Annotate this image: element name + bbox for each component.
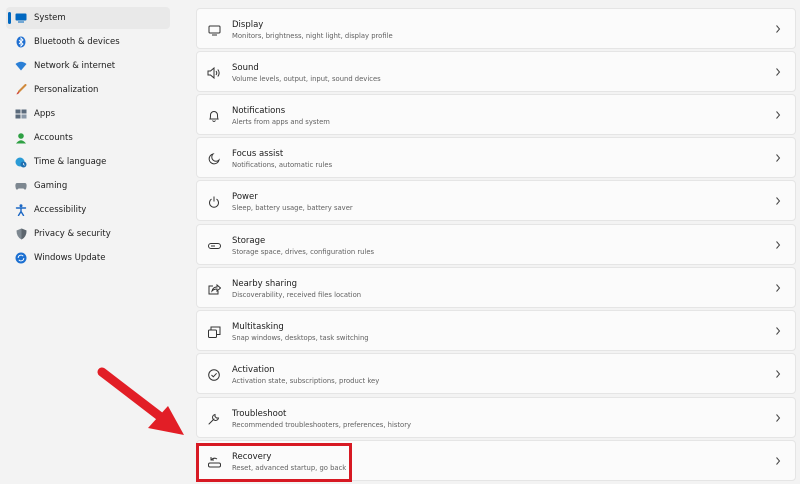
person-icon — [15, 132, 27, 144]
sidebar-item-windows-update[interactable]: Windows Update — [6, 247, 170, 269]
sidebar-item-label: Gaming — [34, 181, 68, 191]
sidebar-item-accounts[interactable]: Accounts — [6, 127, 170, 149]
multitasking-icon — [207, 325, 221, 339]
sidebar-item-label: Personalization — [34, 85, 99, 95]
recovery-icon — [207, 455, 221, 469]
sidebar-item-time-language[interactable]: Time & language — [6, 151, 170, 173]
sidebar-item-label: Windows Update — [34, 253, 106, 263]
sidebar-item-label: System — [34, 13, 66, 23]
check-circle-icon — [207, 368, 221, 382]
selection-indicator — [8, 12, 11, 24]
setting-sound[interactable]: Sound Volume levels, output, input, soun… — [196, 51, 796, 92]
setting-title: Display — [232, 20, 264, 30]
setting-recovery[interactable]: Recovery Reset, advanced startup, go bac… — [196, 440, 796, 481]
sidebar-item-network[interactable]: Network & internet — [6, 55, 170, 77]
storage-icon — [207, 239, 221, 253]
setting-subtitle: Recommended troubleshooters, preferences… — [232, 421, 412, 429]
sidebar-item-personalization[interactable]: Personalization — [6, 79, 170, 101]
setting-subtitle: Reset, advanced startup, go back — [232, 464, 347, 472]
chevron-right-icon — [776, 241, 781, 249]
setting-subtitle: Activation state, subscriptions, product… — [232, 377, 380, 385]
globe-clock-icon — [15, 156, 27, 168]
chevron-right-icon — [776, 25, 781, 33]
setting-title: Sound — [232, 63, 259, 73]
setting-activation[interactable]: Activation Activation state, subscriptio… — [196, 353, 796, 394]
share-icon — [207, 282, 221, 296]
setting-title: Activation — [232, 365, 275, 375]
sidebar-item-label: Time & language — [34, 157, 107, 167]
setting-nearby-sharing[interactable]: Nearby sharing Discoverability, received… — [196, 267, 796, 308]
settings-list: Display Monitors, brightness, night ligh… — [196, 0, 796, 484]
sidebar-item-label: Accessibility — [34, 205, 87, 215]
bluetooth-icon — [15, 36, 27, 48]
accessibility-icon — [15, 204, 27, 216]
sidebar-item-label: Privacy & security — [34, 229, 111, 239]
moon-icon — [207, 152, 221, 166]
setting-subtitle: Sleep, battery usage, battery saver — [232, 204, 353, 212]
setting-subtitle: Monitors, brightness, night light, displ… — [232, 32, 393, 40]
display-icon — [207, 23, 221, 37]
setting-troubleshoot[interactable]: Troubleshoot Recommended troubleshooters… — [196, 397, 796, 438]
setting-title: Storage — [232, 236, 266, 246]
sidebar-item-label: Bluetooth & devices — [34, 37, 120, 47]
setting-subtitle: Storage space, drives, configuration rul… — [232, 248, 375, 256]
setting-title: Focus assist — [232, 149, 284, 159]
setting-power[interactable]: Power Sleep, battery usage, battery save… — [196, 180, 796, 221]
gamepad-icon — [15, 180, 27, 192]
chevron-right-icon — [776, 327, 781, 335]
setting-subtitle: Snap windows, desktops, task switching — [232, 334, 369, 342]
setting-subtitle: Volume levels, output, input, sound devi… — [232, 75, 381, 83]
sidebar-item-label: Accounts — [34, 133, 73, 143]
bell-icon — [207, 109, 221, 123]
chevron-right-icon — [776, 370, 781, 378]
speaker-icon — [207, 66, 221, 80]
sidebar: System Bluetooth & devices Network & int… — [0, 0, 180, 484]
shield-icon — [15, 228, 27, 240]
sidebar-item-apps[interactable]: Apps — [6, 103, 170, 125]
chevron-right-icon — [776, 284, 781, 292]
sidebar-item-label: Network & internet — [34, 61, 116, 71]
brush-icon — [15, 84, 27, 96]
windows-update-icon — [15, 252, 27, 264]
apps-icon — [15, 108, 27, 120]
sidebar-item-gaming[interactable]: Gaming — [6, 175, 170, 197]
wrench-icon — [207, 412, 221, 426]
sidebar-item-privacy-security[interactable]: Privacy & security — [6, 223, 170, 245]
setting-title: Power — [232, 192, 258, 202]
chevron-right-icon — [776, 68, 781, 76]
setting-subtitle: Discoverability, received files location — [232, 291, 362, 299]
chevron-right-icon — [776, 457, 781, 465]
setting-focus-assist[interactable]: Focus assist Notifications, automatic ru… — [196, 137, 796, 178]
setting-subtitle: Alerts from apps and system — [232, 118, 330, 126]
setting-title: Recovery — [232, 452, 272, 462]
setting-storage[interactable]: Storage Storage space, drives, configura… — [196, 224, 796, 265]
setting-notifications[interactable]: Notifications Alerts from apps and syste… — [196, 94, 796, 135]
setting-multitasking[interactable]: Multitasking Snap windows, desktops, tas… — [196, 310, 796, 351]
monitor-icon — [15, 12, 27, 24]
sidebar-item-bluetooth[interactable]: Bluetooth & devices — [6, 31, 170, 53]
chevron-right-icon — [776, 111, 781, 119]
chevron-right-icon — [776, 154, 781, 162]
setting-title: Nearby sharing — [232, 279, 298, 289]
power-icon — [207, 195, 221, 209]
setting-title: Troubleshoot — [232, 409, 287, 419]
setting-title: Notifications — [232, 106, 286, 116]
setting-display[interactable]: Display Monitors, brightness, night ligh… — [196, 8, 796, 49]
sidebar-item-accessibility[interactable]: Accessibility — [6, 199, 170, 221]
setting-subtitle: Notifications, automatic rules — [232, 161, 333, 169]
sidebar-item-label: Apps — [34, 109, 56, 119]
wifi-icon — [15, 60, 27, 72]
sidebar-item-system[interactable]: System — [6, 7, 170, 29]
setting-title: Multitasking — [232, 322, 284, 332]
chevron-right-icon — [776, 197, 781, 205]
chevron-right-icon — [776, 414, 781, 422]
